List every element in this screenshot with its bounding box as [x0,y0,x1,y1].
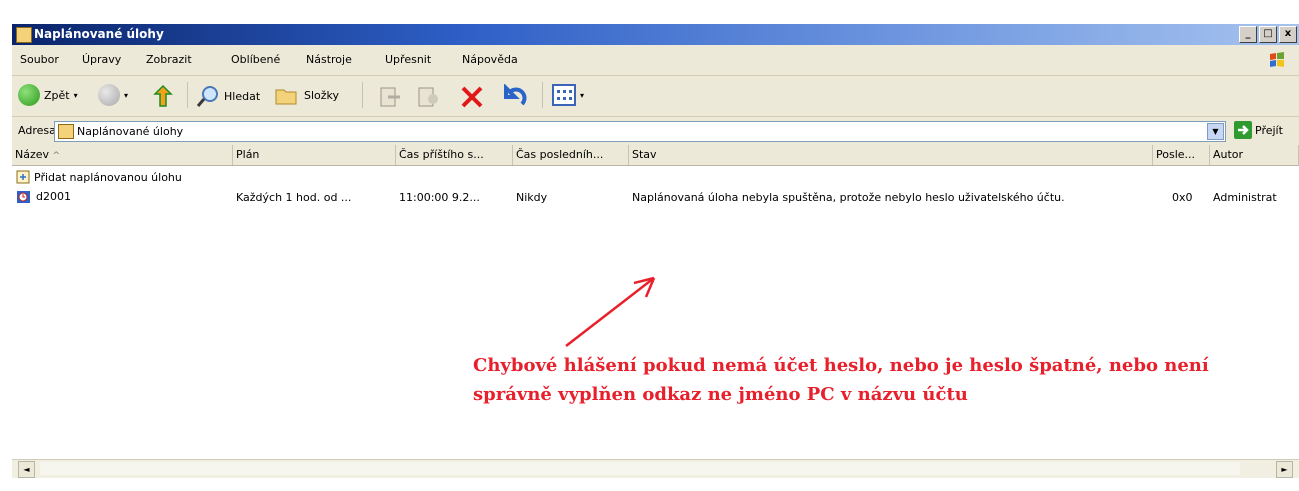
title-bar: Naplánované úlohy _ □ x [12,24,1299,45]
folder-icon [58,124,74,139]
views-icon [552,84,576,106]
go-label: Přejít [1255,123,1283,137]
window-title: Naplánované úlohy [34,27,164,41]
minimize-button[interactable]: _ [1239,26,1257,43]
windows-logo-icon [1270,52,1284,67]
task-status: Naplánovaná úloha nebyla spuštěna, proto… [632,191,1065,204]
scheduled-task-icon [17,191,30,203]
horizontal-scrollbar[interactable]: ◄ ► [12,459,1299,478]
menu-nastroje[interactable]: Nástroje [306,53,352,66]
annotation-line-1: Chybové hlášení pokud nemá účet heslo, n… [473,355,1209,376]
task-last-run: Nikdy [516,191,548,204]
up-arrow-icon [153,84,173,107]
address-bar: Adresa Naplánované úlohy ▼ Přejít [12,117,1299,145]
address-value: Naplánované úlohy [77,125,184,138]
menu-bar: Soubor Úpravy Zobrazit Oblíbené Nástroje… [12,45,1299,76]
annotation-arrow [565,276,656,347]
folders-label: Složky [304,88,340,102]
go-button[interactable]: Přejít [1234,121,1283,139]
delete-icon[interactable] [459,84,485,110]
list-item[interactable]: Přidat naplánovanou úlohu [16,170,182,184]
column-header-status[interactable]: Stav [629,145,1153,165]
menu-soubor[interactable]: Soubor [20,53,59,66]
search-label: Hledat [224,89,261,103]
task-next-run: 11:00:00 9.2... [399,191,480,204]
menu-oblibene[interactable]: Oblíbené [231,53,280,66]
search-button[interactable]: Hledat [196,84,260,108]
address-field[interactable]: Naplánované úlohy ▼ [54,121,1226,142]
address-label: Adresa [18,124,56,137]
task-plan: Každých 1 hod. od ... [236,191,352,204]
address-dropdown-button[interactable]: ▼ [1207,123,1224,140]
column-header-last-run[interactable]: Čas posledníh... [513,145,629,165]
search-icon [196,86,218,107]
add-task-icon [16,170,30,184]
back-label: Zpět [44,88,70,102]
scroll-thumb[interactable] [40,462,1240,475]
add-task-label: Přidat naplánovanou úlohu [34,170,182,184]
annotation-line-2: správně vyplňen odkaz ne jméno PC v názv… [473,384,968,405]
close-button[interactable]: x [1279,26,1297,43]
back-button[interactable]: Zpět ▾ [18,84,78,106]
menu-zobrazit[interactable]: Zobrazit [146,53,192,66]
menu-napoveda[interactable]: Nápověda [462,53,518,66]
forward-button[interactable]: ▾ [98,84,128,106]
column-header-last-result[interactable]: Posle... [1153,145,1210,165]
scroll-left-icon[interactable]: ◄ [18,461,35,478]
sort-ascending-icon: ^ [52,151,61,161]
column-header-author[interactable]: Autor [1210,145,1299,165]
copy-to-icon[interactable] [416,85,440,109]
maximize-button[interactable]: □ [1259,26,1277,43]
task-name: d2001 [36,189,71,203]
task-last-result: 0x0 [1172,191,1193,204]
column-headers: Název ^ Plán Čas příštího s... Čas posle… [12,145,1299,166]
scheduled-tasks-folder-icon [16,27,32,43]
column-header-plan[interactable]: Plán [233,145,396,165]
toolbar: Zpět ▾ ▾ Hledat Složky ▾ [12,76,1299,117]
menu-upravy[interactable]: Úpravy [82,53,121,66]
forward-arrow-icon [98,84,120,106]
undo-icon[interactable] [502,84,528,110]
back-arrow-icon [18,84,40,106]
scroll-right-icon[interactable]: ► [1276,461,1293,478]
views-button[interactable]: ▾ [552,84,584,106]
up-folder-button[interactable] [152,84,174,108]
folders-icon [275,89,297,105]
menu-upresnit[interactable]: Upřesnit [385,53,431,66]
go-arrow-icon [1234,121,1252,139]
annotation-text: Chybové hlášení pokud nemá účet heslo, n… [473,351,1273,409]
task-author: Administrat [1213,191,1277,204]
column-header-next-run[interactable]: Čas příštího s... [396,145,513,165]
column-header-name[interactable]: Název ^ [12,145,233,165]
move-to-icon[interactable] [378,85,402,109]
folders-button[interactable]: Složky [274,84,339,106]
